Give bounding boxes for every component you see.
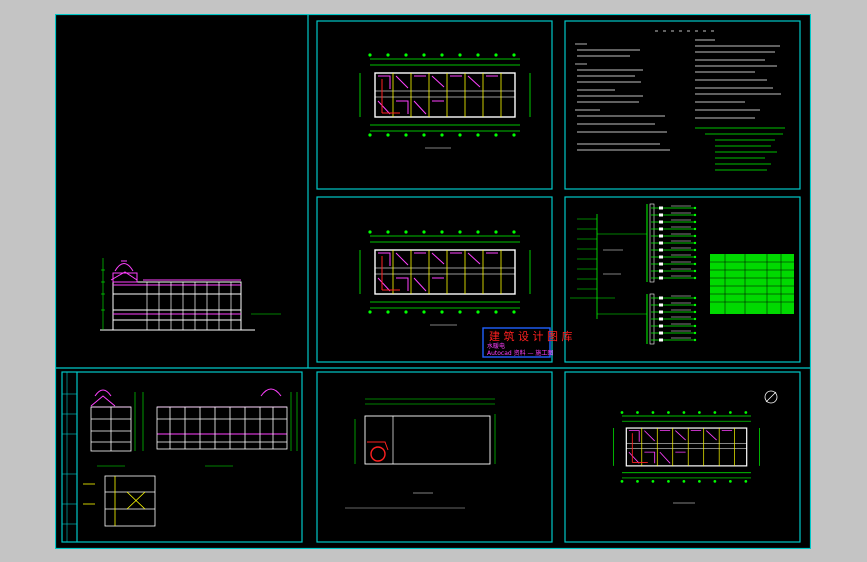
title-strip [62, 372, 77, 542]
stamp-line2: Autocad 资料 — 施工图 [487, 349, 553, 357]
floor-plan-3 [612, 410, 761, 484]
stamp-title: 建 筑 设 计 图 库 [489, 329, 572, 343]
main-elevation [100, 258, 281, 331]
site-plan [345, 398, 496, 509]
title-stamp: 建 筑 设 计 图 库 水暖电 Autocad 资料 — 施工图 [482, 327, 572, 358]
wiring-diagram [570, 203, 794, 345]
load-table [710, 254, 794, 314]
floor-plan-2 [359, 229, 531, 315]
design-notes [575, 30, 785, 171]
floor-plan-1 [359, 52, 531, 138]
cad-drawing-svg: 建 筑 设 计 图 库 水暖电 Autocad 资料 — 施工图 [55, 14, 811, 549]
side-elevations [83, 388, 298, 527]
stamp-line1: 水暖电 [487, 342, 505, 350]
cad-drawing-canvas[interactable]: 建 筑 设 计 图 库 水暖电 Autocad 资料 — 施工图 [55, 14, 811, 549]
